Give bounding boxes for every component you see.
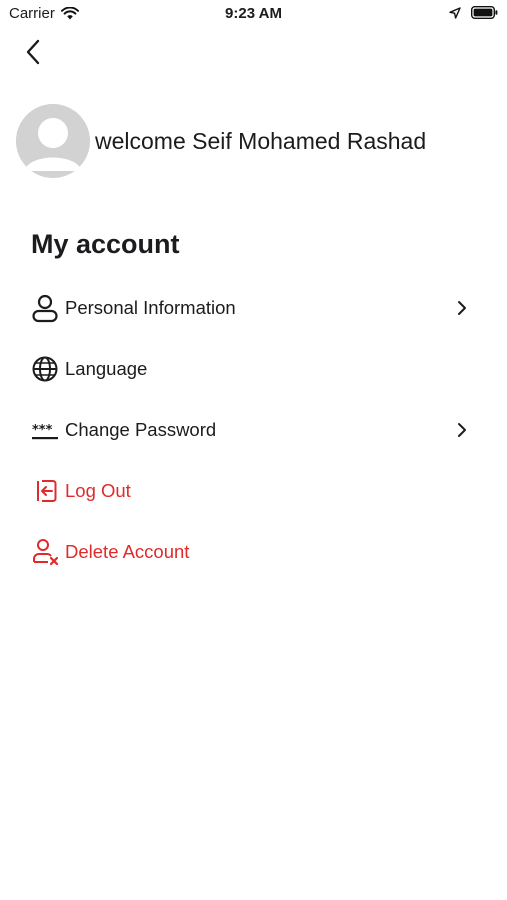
default-avatar-icon [16,104,90,178]
menu-item-language[interactable]: Language [0,338,507,399]
menu-item-label: Log Out [65,479,131,501]
menu-item-personal-information[interactable]: Personal Information [0,277,507,338]
menu-item-log-out[interactable]: Log Out [0,460,507,521]
profile-header: welcome Seif Mohamed Rashad [16,104,426,178]
person-icon [30,293,60,323]
menu-item-label: Delete Account [65,540,190,562]
chevron-left-icon [26,39,40,65]
account-menu: Personal Information Language *** Change… [0,277,507,582]
status-right [449,6,498,19]
section-title: My account [31,229,180,259]
location-arrow-icon [449,6,461,19]
menu-item-label: Personal Information [65,296,236,318]
welcome-text: welcome Seif Mohamed Rashad [95,127,427,154]
menu-item-delete-account[interactable]: Delete Account [0,521,507,582]
menu-item-label: Language [65,357,148,379]
avatar[interactable] [16,104,90,178]
globe-icon [30,354,60,384]
svg-text:***: *** [32,423,53,438]
status-time: 9:23 AM [225,5,282,22]
back-button[interactable] [20,38,48,66]
chevron-right-icon [458,422,466,437]
delete-user-icon [30,537,60,567]
battery-icon [471,6,498,19]
status-bar: Carrier 9:23 AM [0,0,507,28]
menu-item-change-password[interactable]: *** Change Password [0,399,507,460]
logout-icon [30,476,60,506]
password-icon: *** [30,415,60,445]
menu-item-label: Change Password [65,418,217,440]
chevron-right-icon [458,300,466,315]
